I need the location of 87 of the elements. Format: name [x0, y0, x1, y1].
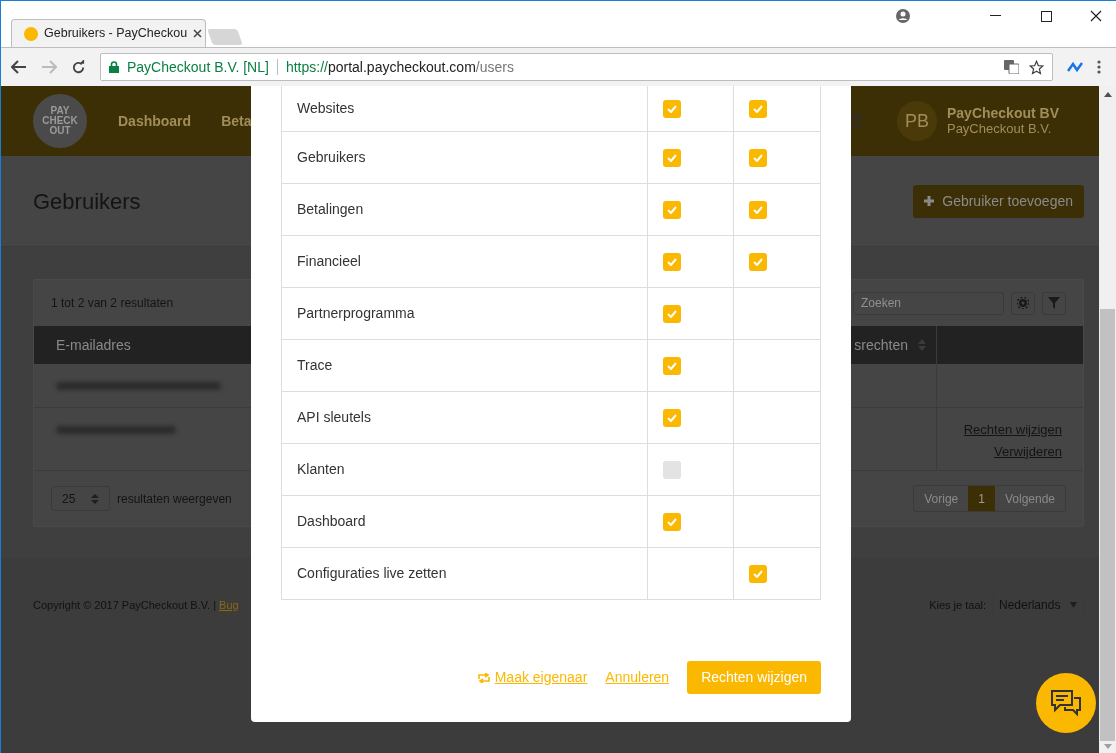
permission-label: Betalingen — [297, 200, 364, 219]
menu-icon[interactable] — [1097, 60, 1101, 74]
url-host: portal.paycheckout.com — [327, 57, 476, 77]
checkbox[interactable] — [662, 148, 681, 167]
check-icon — [753, 104, 764, 113]
permission-label: Configuraties live zetten — [297, 564, 447, 583]
url-scheme: https:// — [285, 57, 328, 77]
permission-label: Trace — [297, 356, 333, 375]
settings-button[interactable] — [1011, 291, 1035, 315]
permission-label: Gebruikers — [297, 148, 366, 167]
checkbox[interactable] — [749, 99, 768, 118]
nav-link[interactable]: Dashboard — [118, 110, 192, 132]
check-icon — [666, 517, 677, 526]
sort-icon — [91, 493, 99, 504]
back-icon[interactable] — [11, 60, 27, 74]
tab-title: Gebruikers - PayCheckou — [44, 25, 188, 43]
checkbox[interactable] — [749, 564, 768, 583]
bug-link[interactable]: Bug — [219, 599, 239, 611]
add-user-button[interactable]: Gebruiker toevoegen — [913, 184, 1084, 218]
repeat-icon — [476, 672, 491, 683]
nav-link[interactable]: Beta — [221, 110, 252, 132]
settings-icon — [1017, 297, 1029, 309]
account-name: PayCheckout BV — [946, 106, 1059, 121]
make-owner-link[interactable]: Maak eigenaar — [476, 667, 588, 688]
filter-button[interactable] — [1042, 291, 1066, 315]
search-field[interactable]: Zoeken — [853, 291, 1004, 315]
close-icon[interactable] — [1090, 10, 1102, 22]
address-bar[interactable]: PayCheckout B.V. [NL] https://portal.paycheckout.com/users — [100, 53, 1053, 81]
favicon-icon — [24, 26, 38, 41]
logo[interactable]: PAY CHECK OUT — [33, 94, 87, 148]
chat-icon — [1050, 689, 1082, 717]
pagination-button[interactable]: Volgende — [994, 486, 1065, 511]
submit-button[interactable]: Rechten wijzigen — [687, 661, 821, 694]
url-path: /users — [475, 57, 514, 77]
checkbox[interactable] — [662, 512, 681, 531]
permission-label: Dashboard — [297, 512, 366, 531]
permission-label: Websites — [297, 99, 355, 118]
checkbox[interactable] — [662, 304, 681, 323]
permission-label: Klanten — [297, 460, 345, 479]
column-header[interactable]: E-mailadres — [56, 334, 131, 356]
check-icon — [753, 205, 764, 214]
caret-icon — [1070, 601, 1077, 608]
scroll-down-icon[interactable] — [1103, 744, 1112, 749]
permission-label: API sleutels — [297, 408, 371, 427]
check-icon — [753, 153, 764, 162]
checkbox[interactable] — [749, 252, 768, 271]
checkbox[interactable] — [662, 408, 681, 427]
close-icon[interactable] — [193, 29, 203, 38]
pagination-button[interactable]: 1 — [968, 486, 995, 511]
browser-tab[interactable]: Gebruikers - PayCheckou — [11, 19, 206, 47]
cancel-link[interactable]: Annuleren — [605, 667, 670, 688]
check-icon — [753, 257, 764, 266]
filter-icon — [1048, 297, 1060, 309]
checkbox[interactable] — [749, 200, 768, 219]
checkbox[interactable] — [662, 200, 681, 219]
checkbox[interactable] — [662, 252, 681, 271]
minimize-icon[interactable] — [990, 15, 1001, 17]
permission-label: Financieel — [297, 252, 361, 271]
checkbox[interactable] — [749, 148, 768, 167]
star-icon[interactable] — [1029, 59, 1044, 75]
check-icon — [666, 104, 677, 113]
pagination-button[interactable]: Vorige — [914, 486, 969, 511]
account-company: PayCheckout B.V. — [946, 121, 1053, 136]
checkbox[interactable] — [662, 99, 681, 118]
check-icon — [666, 257, 677, 266]
column-header[interactable]: srechten — [854, 334, 926, 356]
check-icon — [753, 569, 764, 578]
profile-icon[interactable] — [896, 9, 910, 23]
forward-icon[interactable] — [41, 60, 57, 74]
scroll-up-icon[interactable] — [1103, 92, 1112, 97]
extension-icon[interactable] — [1067, 62, 1083, 72]
check-icon — [666, 413, 677, 422]
avatar: PB — [896, 101, 937, 141]
maximize-icon[interactable] — [1041, 10, 1052, 22]
check-icon — [666, 153, 677, 162]
reload-icon[interactable] — [71, 59, 86, 75]
permission-label: Partnerprogramma — [297, 304, 415, 323]
plus-icon — [924, 196, 935, 206]
site-identity: PayCheckout B.V. [NL] — [127, 57, 269, 77]
check-icon — [666, 205, 677, 214]
checkbox[interactable] — [662, 460, 681, 479]
check-icon — [666, 361, 677, 370]
sort-icon — [918, 339, 926, 351]
check-icon — [666, 309, 677, 318]
lock-icon — [109, 61, 119, 73]
scrollbar[interactable] — [1099, 86, 1116, 753]
checkbox[interactable] — [662, 356, 681, 375]
